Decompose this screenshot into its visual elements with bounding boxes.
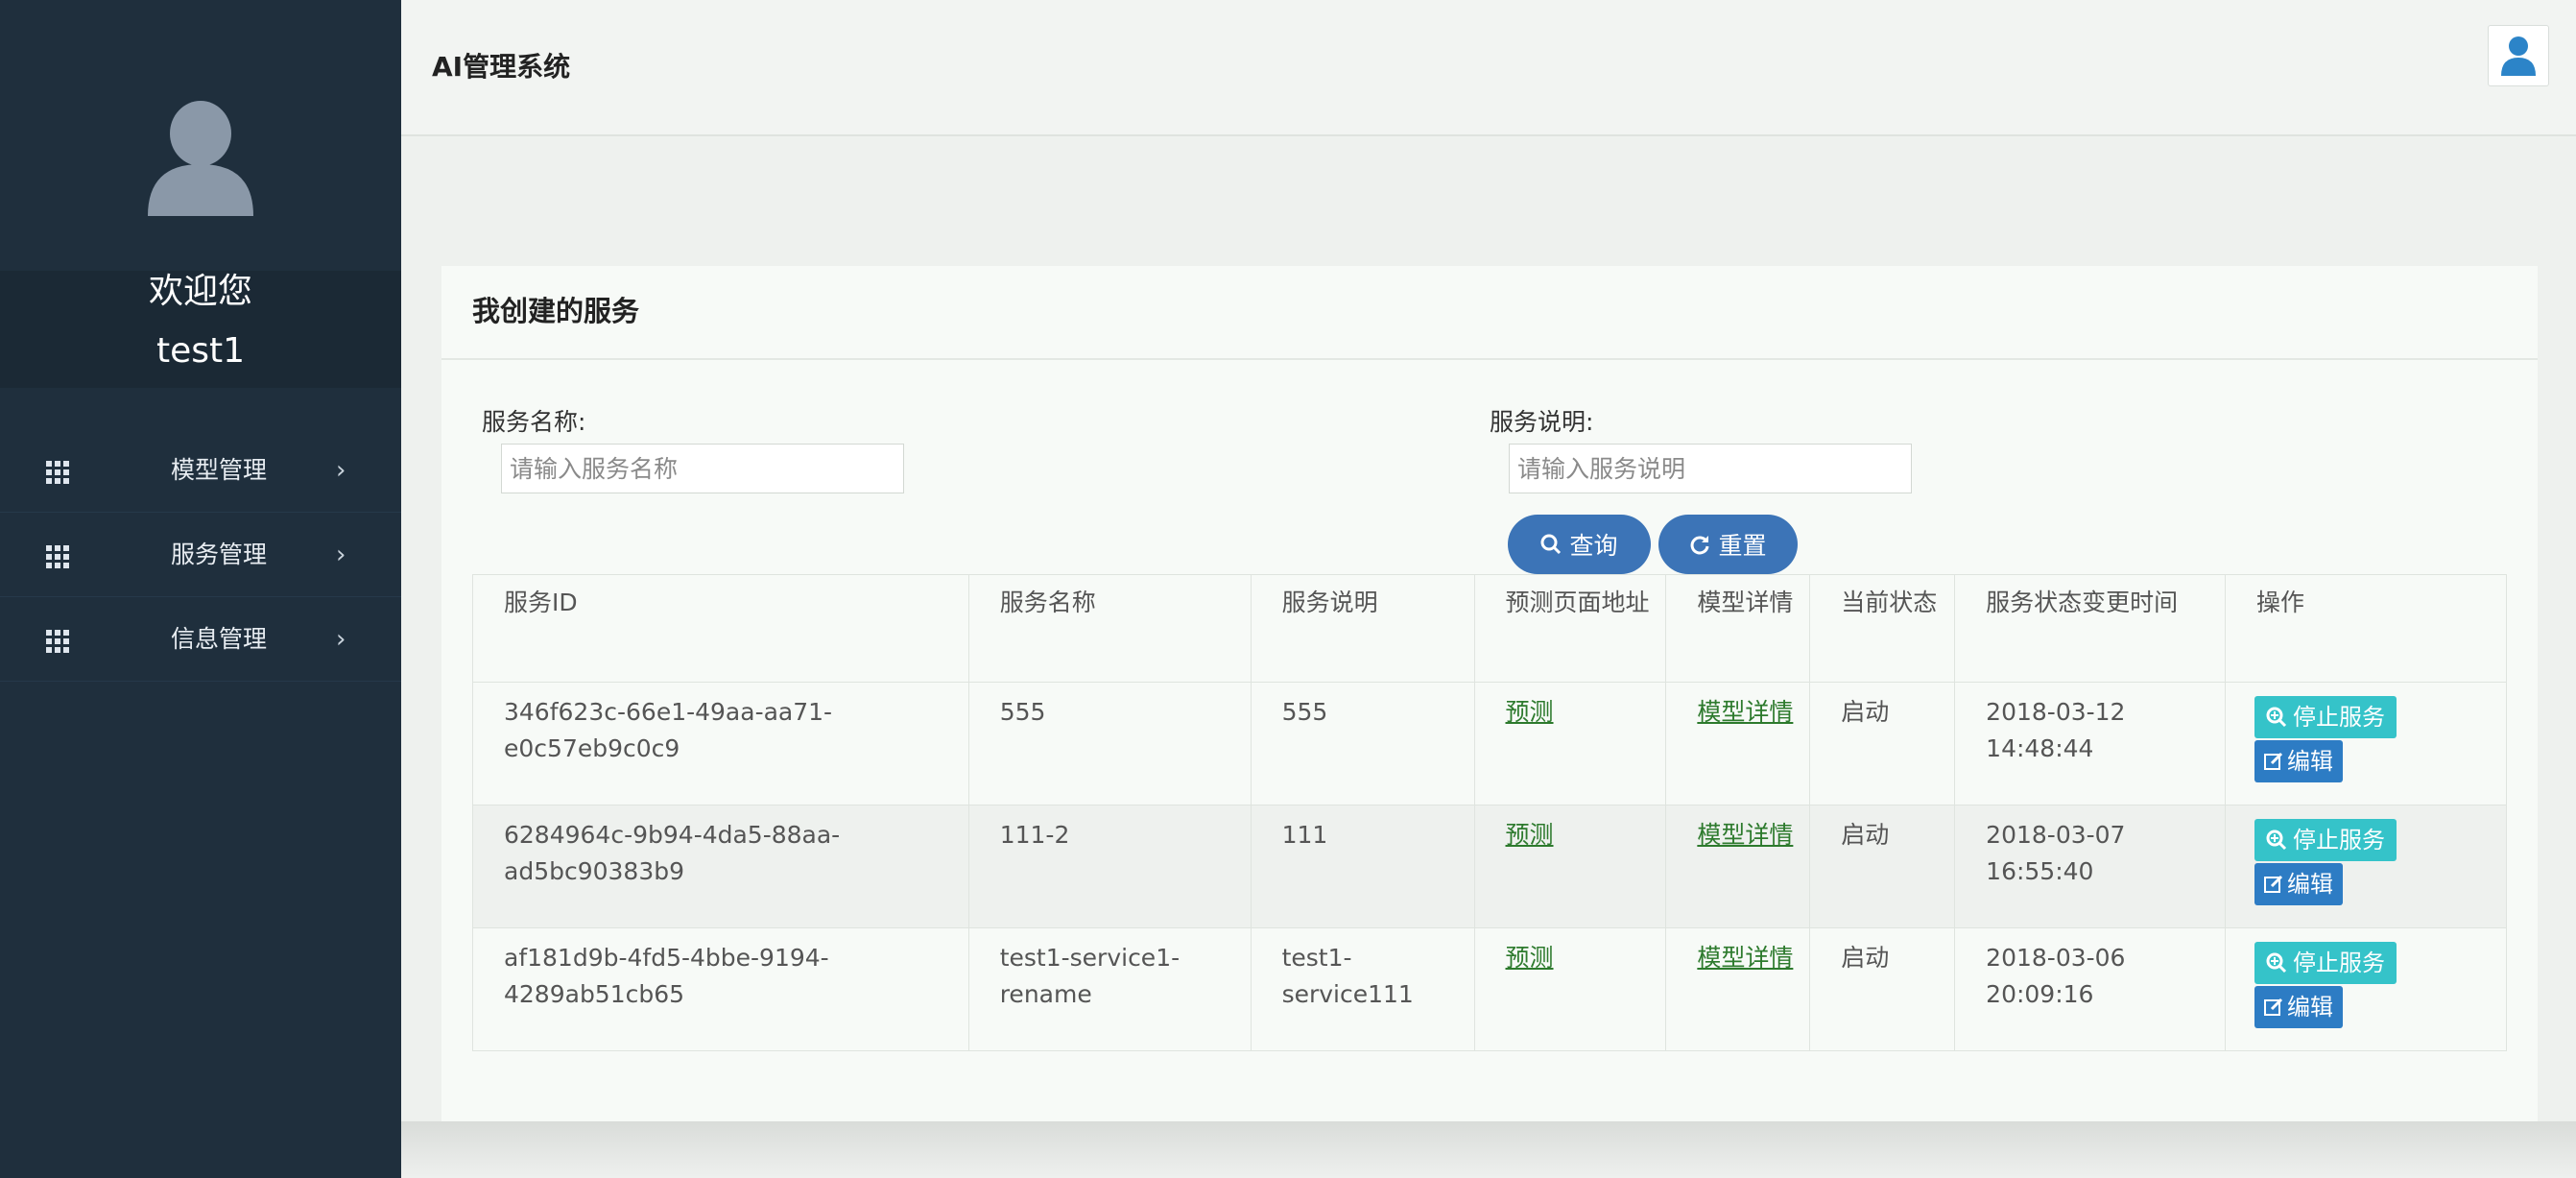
cell-predict: 预测 (1473, 805, 1667, 928)
stop-service-button[interactable]: 停止服务 (2254, 942, 2397, 984)
table-header-row: 服务ID 服务名称 服务说明 预测页面地址 模型详情 当前状态 服务状态变更时间… (472, 574, 2507, 683)
column-header-predict-url: 预测页面地址 (1473, 574, 1667, 683)
edit-button[interactable]: 编辑 (2254, 986, 2344, 1028)
predict-link[interactable]: 预测 (1506, 698, 1554, 726)
service-desc-input[interactable] (1509, 444, 1912, 493)
predict-link[interactable]: 预测 (1506, 821, 1554, 849)
cell-service-name: 111-2 (967, 805, 1252, 928)
edit-button[interactable]: 编辑 (2254, 740, 2344, 782)
column-header-service-id: 服务ID (472, 574, 969, 683)
column-header-model-detail: 模型详情 (1665, 574, 1811, 683)
edit-label: 编辑 (2287, 748, 2334, 775)
stop-service-label: 停止服务 (2293, 950, 2386, 976)
grid-icon (46, 461, 69, 484)
sidebar: 欢迎您 test1 模型管理 › 服务管理 › 信息管理 › (0, 0, 401, 1178)
predict-link[interactable]: 预测 (1506, 944, 1554, 972)
model-detail-link[interactable]: 模型详情 (1697, 698, 1793, 726)
column-header-actions: 操作 (2225, 574, 2507, 683)
reset-button[interactable]: 重置 (1658, 515, 1798, 574)
cell-actions: 停止服务 编辑 (2225, 927, 2507, 1051)
cell-actions: 停止服务 编辑 (2225, 682, 2507, 805)
cell-status: 启动 (1809, 682, 1956, 805)
avatar (144, 101, 257, 216)
sidebar-item-info-management[interactable]: 信息管理 › (0, 597, 401, 682)
grid-icon (46, 630, 69, 653)
column-header-service-desc: 服务说明 (1250, 574, 1475, 683)
cell-model: 模型详情 (1665, 927, 1811, 1051)
refresh-icon (1691, 536, 1709, 555)
sidebar-item-label: 模型管理 (171, 456, 268, 484)
grid-icon (46, 545, 69, 568)
column-header-status: 当前状态 (1809, 574, 1956, 683)
services-table: 服务ID 服务名称 服务说明 预测页面地址 模型详情 当前状态 服务状态变更时间… (472, 574, 2507, 1051)
edit-label: 编辑 (2287, 994, 2334, 1021)
chevron-right-icon: › (336, 541, 346, 569)
user-icon (2501, 36, 2536, 76)
panel-divider (441, 358, 2538, 360)
sidebar-item-label: 信息管理 (171, 625, 268, 653)
sidebar-item-service-management[interactable]: 服务管理 › (0, 513, 401, 597)
service-name-label: 服务名称: (482, 408, 586, 436)
cell-status-time: 2018-03-12 14:48:44 (1954, 682, 2227, 805)
model-detail-link[interactable]: 模型详情 (1697, 944, 1793, 972)
column-header-service-name: 服务名称 (967, 574, 1252, 683)
panel-title: 我创建的服务 (472, 295, 640, 327)
search-button[interactable]: 查询 (1508, 515, 1651, 574)
welcome-text: 欢迎您 (148, 272, 252, 311)
cell-service-name: test1-service1-rename (967, 927, 1252, 1051)
model-detail-link[interactable]: 模型详情 (1697, 821, 1793, 849)
cell-status-time: 2018-03-06 20:09:16 (1954, 927, 2227, 1051)
app-title: AI管理系统 (432, 51, 571, 83)
edit-icon (2264, 998, 2283, 1016)
cell-service-id: 346f623c-66e1-49aa-aa71-e0c57eb9c0c9 (472, 682, 969, 805)
cell-service-id: 6284964c-9b94-4da5-88aa-ad5bc90383b9 (472, 805, 969, 928)
cell-service-id: af181d9b-4fd5-4bbe-9194-4289ab51cb65 (472, 927, 969, 1051)
chevron-right-icon: › (336, 456, 346, 485)
stop-service-label: 停止服务 (2293, 704, 2386, 731)
cell-service-desc: test1-service111 (1250, 927, 1475, 1051)
cell-service-desc: 555 (1250, 682, 1475, 805)
search-button-label: 查询 (1569, 532, 1618, 560)
edit-label: 编辑 (2287, 871, 2334, 898)
sidebar-item-model-management[interactable]: 模型管理 › (0, 428, 401, 513)
cell-service-desc: 111 (1250, 805, 1475, 928)
table-row: 346f623c-66e1-49aa-aa71-e0c57eb9c0c9 555… (472, 682, 2507, 805)
sidebar-item-label: 服务管理 (171, 541, 268, 568)
top-header: AI管理系统 (401, 0, 2576, 136)
cell-status-time: 2018-03-07 16:55:40 (1954, 805, 2227, 928)
edit-icon (2264, 752, 2283, 770)
cell-status: 启动 (1809, 805, 1956, 928)
bottom-shade (401, 1121, 2576, 1178)
cell-predict: 预测 (1473, 682, 1667, 805)
service-name-input[interactable] (501, 444, 904, 493)
zoom-in-icon (2266, 829, 2287, 851)
stop-service-button[interactable]: 停止服务 (2254, 696, 2397, 738)
chevron-right-icon: › (336, 625, 346, 654)
zoom-in-icon (2266, 952, 2287, 974)
column-header-status-time: 服务状态变更时间 (1954, 574, 2227, 683)
cell-model: 模型详情 (1665, 682, 1811, 805)
cell-service-name: 555 (967, 682, 1252, 805)
stop-service-label: 停止服务 (2293, 827, 2386, 853)
stop-service-button[interactable]: 停止服务 (2254, 819, 2397, 861)
username: test1 (155, 331, 246, 371)
zoom-in-icon (2266, 707, 2287, 728)
user-menu-button[interactable] (2488, 25, 2549, 86)
sidebar-nav: 模型管理 › 服务管理 › 信息管理 › (0, 428, 401, 682)
cell-model: 模型详情 (1665, 805, 1811, 928)
edit-button[interactable]: 编辑 (2254, 863, 2344, 905)
search-icon (1540, 534, 1562, 555)
table-row: af181d9b-4fd5-4bbe-9194-4289ab51cb65 tes… (472, 927, 2507, 1051)
edit-icon (2264, 875, 2283, 893)
reset-button-label: 重置 (1718, 532, 1767, 560)
cell-predict: 预测 (1473, 927, 1667, 1051)
table-row: 6284964c-9b94-4da5-88aa-ad5bc90383b9 111… (472, 805, 2507, 928)
user-avatar-icon (148, 101, 253, 216)
service-desc-label: 服务说明: (1490, 408, 1594, 436)
cell-status: 启动 (1809, 927, 1956, 1051)
cell-actions: 停止服务 编辑 (2225, 805, 2507, 928)
